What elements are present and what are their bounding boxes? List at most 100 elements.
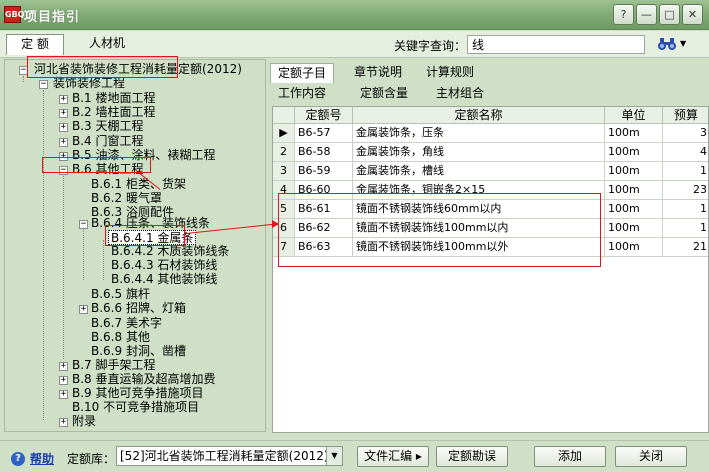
tree-node-b4[interactable]: B.4 门窗工程	[72, 134, 144, 149]
errata-button[interactable]: 定额勘误	[436, 446, 508, 467]
table-cell-code[interactable]: B6-60	[295, 181, 353, 200]
table-cell-unit[interactable]: 100m	[605, 238, 663, 257]
table-cell-price[interactable]: 4	[663, 143, 708, 162]
tree-node-b67[interactable]: B.6.7 美术字	[91, 316, 162, 331]
table-cell-code[interactable]: B6-63	[295, 238, 353, 257]
table-cell-name[interactable]: 金属装饰条，铜嵌条2×15	[353, 181, 605, 200]
tree-node-b66[interactable]: B.6.6 招牌、灯箱	[91, 301, 186, 316]
tab-labor-material[interactable]: 人材机	[76, 34, 138, 55]
expand-b2-icon[interactable]: +	[59, 109, 68, 118]
quota-table[interactable]: 定额号 定额名称 单位 预算 ▶ B6-57 金属装饰条，压条 100m 3 2…	[272, 106, 709, 433]
tree-node-b68[interactable]: B.6.8 其他	[91, 330, 150, 345]
tree-node-root[interactable]: 河北省装饰装修工程消耗量定额(2012)	[34, 62, 242, 77]
table-cell-unit[interactable]: 100m	[605, 200, 663, 219]
tree-node-b64[interactable]: B.6.4 压条、装饰线条	[91, 216, 210, 231]
table-header-price[interactable]: 预算	[663, 107, 708, 124]
table-header-code[interactable]: 定额号	[295, 107, 353, 124]
table-cell-name[interactable]: 镜面不锈钢装饰线100mm以内	[353, 219, 605, 238]
tree-node-b5[interactable]: B.5 油漆、涂料、裱糊工程	[72, 148, 216, 163]
collapse-root-icon[interactable]: −	[19, 66, 28, 75]
expand-b7-icon[interactable]: +	[59, 362, 68, 371]
table-cell-unit[interactable]: 100m	[605, 143, 663, 162]
minimize-button[interactable]: —	[636, 4, 657, 25]
table-rownum[interactable]: 5	[273, 200, 295, 219]
subtab-work-content[interactable]: 工作内容	[270, 84, 334, 104]
subtab-calc-rules[interactable]: 计算规则	[418, 63, 482, 83]
expand-b4-icon[interactable]: +	[59, 138, 68, 147]
expand-b9-icon[interactable]: +	[59, 390, 68, 399]
tree-node-b62[interactable]: B.6.2 暖气罩	[91, 191, 162, 206]
close-button[interactable]: 关闭	[615, 446, 687, 467]
expand-b5-icon[interactable]: +	[59, 152, 68, 161]
search-input[interactable]	[467, 35, 645, 54]
table-cell-code[interactable]: B6-57	[295, 124, 353, 143]
table-cell-name[interactable]: 金属装饰条，角线	[353, 143, 605, 162]
table-rownum[interactable]: 7	[273, 238, 295, 257]
table-cell-unit[interactable]: 100m	[605, 181, 663, 200]
row-marker-icon[interactable]: ▶	[273, 124, 295, 143]
help-icon[interactable]: ?	[11, 452, 25, 466]
tree-node-b6[interactable]: B.6 其他工程	[72, 162, 144, 177]
tree-node-b643[interactable]: B.6.4.3 石材装饰线	[111, 258, 217, 273]
collapse-level1-icon[interactable]: −	[39, 80, 48, 89]
tree-node-decoration[interactable]: 装饰装修工程	[53, 76, 125, 91]
table-rownum[interactable]: 3	[273, 162, 295, 181]
expand-b3-icon[interactable]: +	[59, 123, 68, 132]
table-cell-price[interactable]: 1	[663, 162, 708, 181]
table-cell-price[interactable]: 1	[663, 219, 708, 238]
table-rownum[interactable]: 2	[273, 143, 295, 162]
chapter-tree[interactable]: − 河北省装饰装修工程消耗量定额(2012) − 装饰装修工程 + B.1 楼地…	[4, 59, 266, 432]
table-cell-code[interactable]: B6-59	[295, 162, 353, 181]
search-options-chevron-icon[interactable]: ▼	[680, 39, 686, 48]
table-cell-unit[interactable]: 100m	[605, 219, 663, 238]
tree-node-b3[interactable]: B.3 天棚工程	[72, 119, 144, 134]
subtab-quota-content[interactable]: 定额含量	[352, 84, 416, 104]
table-cell-name[interactable]: 镜面不锈钢装饰线100mm以外	[353, 238, 605, 257]
tree-node-b61[interactable]: B.6.1 柜类、货架	[91, 177, 186, 192]
expand-b1-icon[interactable]: +	[59, 95, 68, 104]
file-summary-button[interactable]: 文件汇编 ▸	[357, 446, 429, 467]
subtab-chapter-notes[interactable]: 章节说明	[346, 63, 410, 83]
tab-quota[interactable]: 定 额	[6, 34, 64, 55]
tree-node-b10[interactable]: B.10 不可竞争措施项目	[72, 400, 199, 415]
help-link[interactable]: 帮助	[30, 450, 54, 467]
table-cell-code[interactable]: B6-58	[295, 143, 353, 162]
table-cell-unit[interactable]: 100m	[605, 162, 663, 181]
tree-node-b644[interactable]: B.6.4.4 其他装饰线	[111, 272, 217, 287]
quota-library-select[interactable]: [52]河北省装饰工程消耗量定额(2012)	[116, 446, 343, 466]
tree-node-b642[interactable]: B.6.4.2 木质装饰线条	[111, 244, 229, 259]
expand-b8-icon[interactable]: +	[59, 376, 68, 385]
table-cell-name[interactable]: 镜面不锈钢装饰线60mm以内	[353, 200, 605, 219]
table-cell-price[interactable]: 3	[663, 124, 708, 143]
subtab-main-material[interactable]: 主材组合	[428, 84, 492, 104]
tree-node-appendix[interactable]: 附录	[72, 414, 96, 429]
tree-node-b1[interactable]: B.1 楼地面工程	[72, 91, 156, 106]
tree-node-b2[interactable]: B.2 墙柱面工程	[72, 105, 156, 120]
expand-b66-icon[interactable]: +	[79, 305, 88, 314]
table-cell-code[interactable]: B6-62	[295, 219, 353, 238]
tree-node-b65[interactable]: B.6.5 旗杆	[91, 287, 150, 302]
collapse-b6-icon[interactable]: −	[59, 166, 68, 175]
maximize-button[interactable]: □	[659, 4, 680, 25]
table-cell-price[interactable]: 21	[663, 238, 708, 257]
tree-node-b641-selected[interactable]: B.6.4.1 金属条	[108, 230, 197, 245]
table-header-name[interactable]: 定额名称	[353, 107, 605, 124]
add-button[interactable]: 添加	[534, 446, 606, 467]
table-cell-price[interactable]: 1	[663, 200, 708, 219]
table-cell-name[interactable]: 金属装饰条，槽线	[353, 162, 605, 181]
tree-node-b69[interactable]: B.6.9 封洞、凿槽	[91, 344, 186, 359]
dropdown-arrow-icon[interactable]: ▼	[326, 447, 342, 465]
table-header-unit[interactable]: 单位	[605, 107, 663, 124]
table-rownum[interactable]: 4	[273, 181, 295, 200]
help-window-button[interactable]: ?	[613, 4, 634, 25]
expand-appendix-icon[interactable]: +	[59, 418, 68, 427]
table-cell-unit[interactable]: 100m	[605, 124, 663, 143]
collapse-b64-icon[interactable]: −	[79, 220, 88, 229]
subtab-quota-items[interactable]: 定额子目	[270, 63, 334, 83]
table-cell-name[interactable]: 金属装饰条，压条	[353, 124, 605, 143]
tree-node-b8[interactable]: B.8 垂直运输及超高增加费	[72, 372, 216, 387]
binoculars-search-icon[interactable]	[657, 37, 677, 55]
close-window-button[interactable]: ✕	[682, 4, 703, 25]
tree-node-b7[interactable]: B.7 脚手架工程	[72, 358, 156, 373]
table-cell-code[interactable]: B6-61	[295, 200, 353, 219]
